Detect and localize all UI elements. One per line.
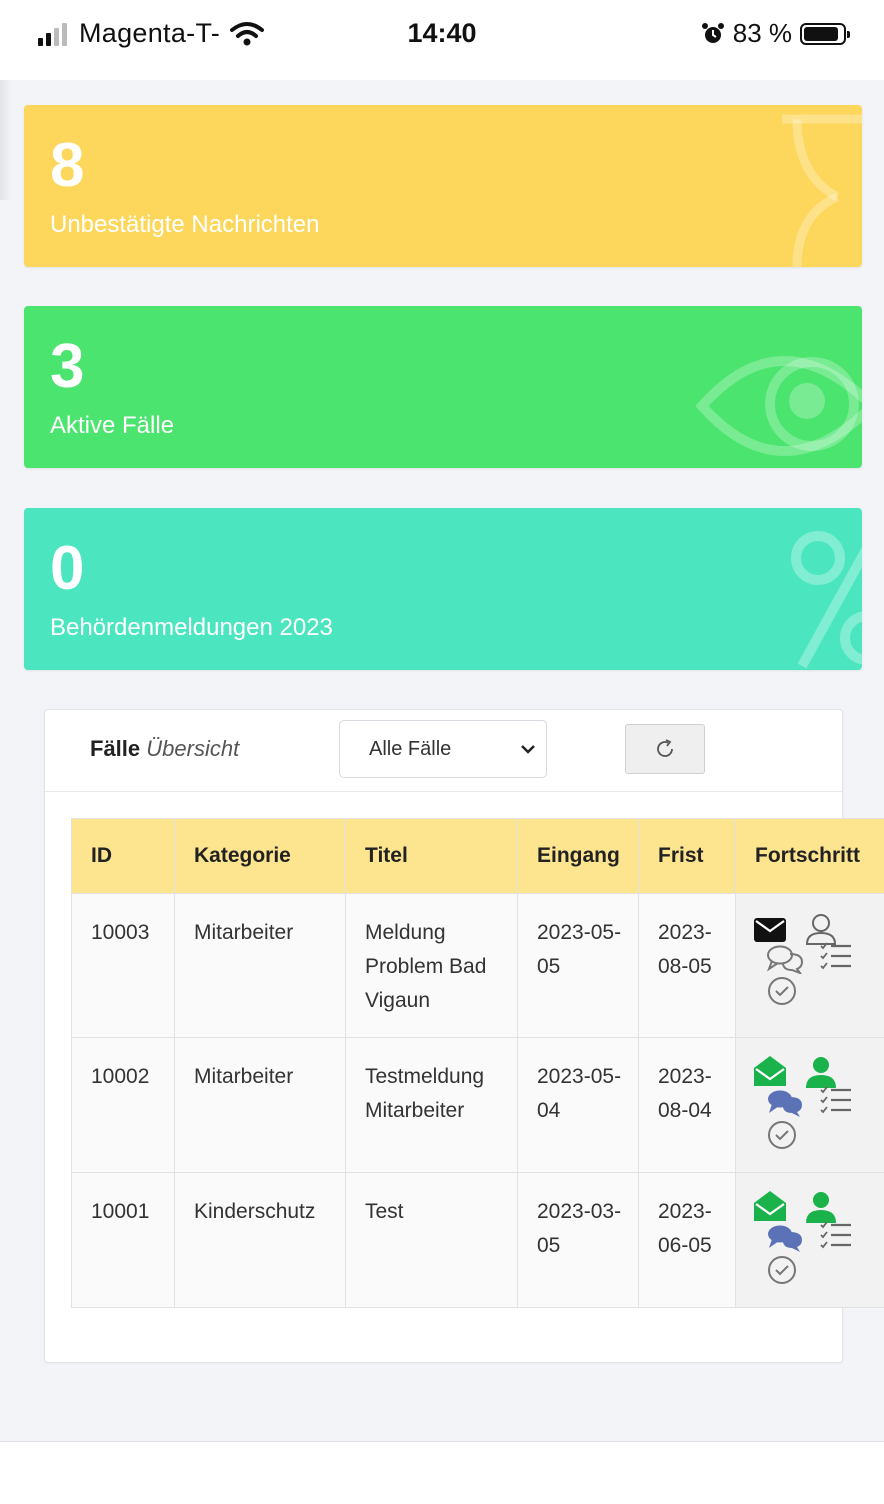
checklist-icon[interactable] xyxy=(820,942,852,981)
cell-received: 2023-05-04 xyxy=(517,1037,639,1173)
cell-deadline: 2023-08-04 xyxy=(638,1037,736,1173)
battery-percent: 83 % xyxy=(732,18,792,48)
status-right: 83 % xyxy=(701,18,850,49)
table-row[interactable]: 10001 Kinderschutz Test 2023-03-05 2023-… xyxy=(71,1172,884,1308)
stat-card-authority-reports[interactable]: 0 Behördenmeldungen 2023 xyxy=(24,508,862,670)
cases-table-wrapper[interactable]: ID Kategorie Titel Eingang Frist Fortsch… xyxy=(71,818,884,1308)
cell-progress xyxy=(735,893,884,1038)
cell-progress xyxy=(735,1172,884,1308)
case-filter-select[interactable]: Alle Fälle xyxy=(339,720,547,778)
stat-value: 3 xyxy=(50,332,85,401)
cases-table: ID Kategorie Titel Eingang Frist Fortsch… xyxy=(71,818,884,1308)
cell-id: 10002 xyxy=(71,1037,175,1173)
check-circle-icon[interactable] xyxy=(767,1255,797,1296)
cell-deadline: 2023-06-05 xyxy=(638,1172,736,1308)
check-circle-icon[interactable] xyxy=(767,1120,797,1161)
cell-id: 10003 xyxy=(71,893,175,1038)
progress-icons xyxy=(754,1056,864,1156)
column-header-progress[interactable]: Fortschritt xyxy=(735,818,884,894)
cell-category: Mitarbeiter xyxy=(174,893,346,1038)
table-header-row: ID Kategorie Titel Eingang Frist Fortsch… xyxy=(71,818,884,894)
stat-value: 0 xyxy=(50,534,85,603)
stat-label: Aktive Fälle xyxy=(50,412,175,439)
refresh-icon xyxy=(657,739,673,757)
table-row[interactable]: 10002 Mitarbeiter Testmeldung Mitarbeite… xyxy=(71,1037,884,1173)
cases-subtitle: Übersicht xyxy=(146,736,240,761)
cell-deadline: 2023-08-05 xyxy=(638,893,736,1038)
eye-icon xyxy=(695,356,862,456)
column-header-deadline[interactable]: Frist xyxy=(638,818,736,894)
percent-icon xyxy=(791,531,862,669)
progress-icons xyxy=(754,1191,864,1291)
column-header-received[interactable]: Eingang xyxy=(517,818,639,894)
cell-title: Testmeldung Mitarbeiter xyxy=(345,1037,518,1173)
cell-category: Mitarbeiter xyxy=(174,1037,346,1173)
stat-card-unconfirmed[interactable]: 8 Unbestätigte Nachrichten xyxy=(24,105,862,267)
edge-shade xyxy=(0,80,12,200)
hourglass-icon xyxy=(782,114,862,267)
refresh-button[interactable] xyxy=(625,724,705,774)
check-circle-icon[interactable] xyxy=(767,976,797,1017)
cell-received: 2023-03-05 xyxy=(517,1172,639,1308)
status-bar: Magenta-T- 14:40 83 % xyxy=(0,0,884,80)
checklist-icon[interactable] xyxy=(820,1086,852,1125)
alarm-icon xyxy=(701,22,724,43)
cell-title: Test xyxy=(345,1172,518,1308)
cell-title: Meldung Problem Bad Vigaun xyxy=(345,893,518,1038)
case-filter-value: Alle Fälle xyxy=(369,738,452,760)
progress-icons xyxy=(754,912,864,1012)
cases-panel-header: Fälle Übersicht Alle Fälle xyxy=(45,710,842,792)
cell-progress xyxy=(735,1037,884,1173)
cases-title-text: Fälle xyxy=(90,736,141,761)
battery-icon xyxy=(800,22,850,45)
stat-label: Behördenmeldungen 2023 xyxy=(50,614,333,641)
column-header-category[interactable]: Kategorie xyxy=(174,818,346,894)
chevron-down-icon xyxy=(521,745,535,754)
stat-value: 8 xyxy=(50,131,85,200)
checklist-icon[interactable] xyxy=(820,1221,852,1260)
cell-category: Kinderschutz xyxy=(174,1172,346,1308)
column-header-title[interactable]: Titel xyxy=(345,818,518,894)
cases-title: Fälle Übersicht xyxy=(90,736,239,762)
footer xyxy=(0,1442,884,1504)
stat-label: Unbestätigte Nachrichten xyxy=(50,211,320,238)
table-row[interactable]: 10003 Mitarbeiter Meldung Problem Bad Vi… xyxy=(71,893,884,1038)
cell-id: 10001 xyxy=(71,1172,175,1308)
stat-card-active-cases[interactable]: 3 Aktive Fälle xyxy=(24,306,862,468)
column-header-id[interactable]: ID xyxy=(71,818,175,894)
cell-received: 2023-05-05 xyxy=(517,893,639,1038)
